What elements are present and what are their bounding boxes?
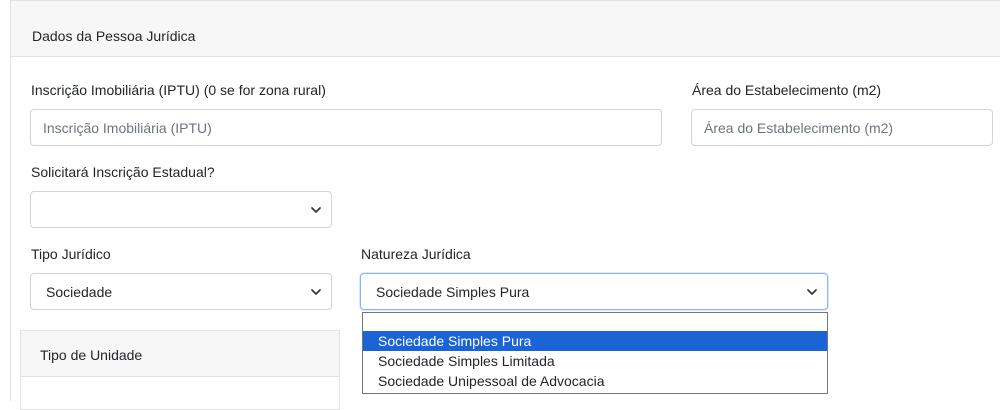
chevron-down-icon: [311, 206, 321, 213]
dropdown-option-unipessoal-advocacia[interactable]: Sociedade Unipessoal de Advocacia: [363, 371, 827, 391]
tipo-unidade-header: Tipo de Unidade: [21, 331, 339, 377]
tipo-unidade-card: Tipo de Unidade: [20, 330, 340, 410]
natureza-juridica-select[interactable]: Sociedade Simples Pura: [360, 273, 828, 310]
natureza-juridica-value: Sociedade Simples Pura: [376, 283, 530, 300]
tipo-juridico-label: Tipo Jurídico: [31, 246, 111, 262]
dropdown-option-simples-limitada[interactable]: Sociedade Simples Limitada: [363, 351, 827, 371]
natureza-juridica-dropdown: Sociedade Simples Pura Sociedade Simples…: [362, 312, 828, 394]
card-title: Dados da Pessoa Jurídica: [32, 28, 196, 44]
tipo-juridico-select[interactable]: Sociedade: [30, 273, 332, 310]
dropdown-option-simples-pura[interactable]: Sociedade Simples Pura: [363, 331, 827, 351]
inscricao-estadual-select[interactable]: [30, 191, 332, 228]
chevron-down-icon: [807, 288, 817, 295]
natureza-juridica-label: Natureza Jurídica: [361, 246, 471, 262]
iptu-label: Inscrição Imobiliária (IPTU) (0 se for z…: [31, 82, 326, 98]
tipo-juridico-value: Sociedade: [46, 283, 113, 300]
chevron-down-icon: [311, 288, 321, 295]
area-label: Área do Estabelecimento (m2): [692, 82, 882, 98]
area-input[interactable]: [691, 109, 993, 146]
inscricao-estadual-label: Solicitará Inscrição Estadual?: [31, 164, 215, 180]
iptu-input[interactable]: [30, 109, 662, 146]
tipo-unidade-title: Tipo de Unidade: [40, 347, 143, 363]
card-header: Dados da Pessoa Jurídica: [11, 1, 1000, 57]
dropdown-option-blank[interactable]: [363, 313, 827, 331]
